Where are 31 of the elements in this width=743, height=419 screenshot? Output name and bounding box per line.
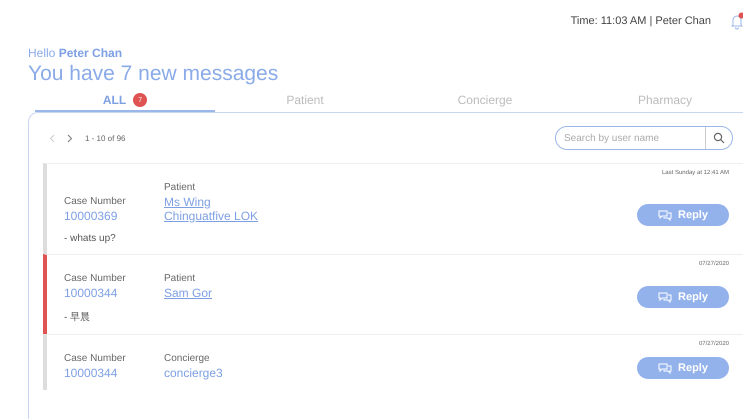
- reply-button[interactable]: Reply: [637, 357, 729, 379]
- case-label: Case Number: [64, 353, 127, 364]
- time-user-label: Time: 11:03 AM | Peter Chan: [570, 15, 711, 27]
- reply-button[interactable]: Reply: [637, 204, 729, 226]
- tab[interactable]: Concierge: [395, 90, 575, 112]
- chat-icon: [658, 291, 672, 303]
- message-text: - whats up?: [64, 233, 117, 244]
- user-link[interactable]: Ms Wing: [164, 195, 211, 209]
- page-range: 1 - 10 of 96: [85, 134, 126, 142]
- next-icon[interactable]: [67, 134, 73, 142]
- role-label: Patient: [164, 273, 196, 284]
- case-number: 10000344: [64, 286, 118, 300]
- role-label: Concierge: [164, 353, 211, 364]
- case-number: 10000344: [64, 366, 118, 380]
- user-name: concierge3: [164, 366, 223, 380]
- case-label: Case Number: [64, 273, 127, 284]
- user-link[interactable]: Chinguatfive LOK: [164, 209, 258, 223]
- case-label: Case Number: [64, 196, 127, 207]
- case-number: 10000369: [64, 209, 118, 223]
- chat-icon: [658, 362, 672, 374]
- tab[interactable]: Pharmacy: [575, 90, 743, 112]
- message-text: - 早晨: [64, 311, 92, 324]
- user-link[interactable]: Sam Gor: [164, 286, 212, 300]
- role-label: Patient: [164, 182, 196, 193]
- search-field[interactable]: Search by user name: [555, 126, 733, 150]
- greeting: Hello Peter Chan: [28, 46, 124, 60]
- chat-icon: [658, 209, 672, 221]
- bell-icon[interactable]: [729, 12, 743, 30]
- tab[interactable]: Patient: [215, 90, 395, 112]
- page-title: You have 7 new messages: [28, 62, 280, 86]
- reply-button[interactable]: Reply: [637, 286, 729, 308]
